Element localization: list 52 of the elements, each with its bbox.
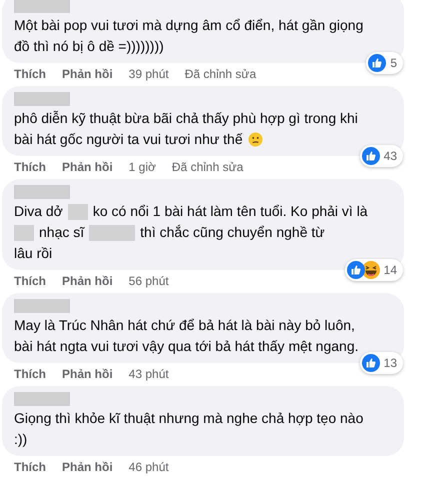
comment-text: Giọng thì khỏe kĩ thuật nhưng mà nghe chả hợp tẹo nào	[14, 409, 364, 428]
comment-text: Một bài pop vui tươi mà dựng âm cổ điển, hát gần giọng	[14, 16, 364, 35]
comment-text: nhạc sĩ	[39, 223, 84, 242]
comment-text: bài hát gốc người ta vui tươi như thế	[14, 130, 243, 149]
edited-label: Đã chỉnh sửa	[184, 66, 256, 82]
like-link[interactable]: Thích	[14, 366, 46, 382]
reaction-badge[interactable]: 13	[360, 352, 403, 374]
redaction-block	[14, 185, 70, 199]
comment-text: ko có nổi 1 bài hát làm tên tuổi. Ko phải vì là	[92, 202, 368, 221]
reaction-count: 5	[390, 55, 397, 72]
reply-link[interactable]: Phản hồi	[62, 66, 113, 82]
comment-text: Diva dở	[14, 202, 63, 221]
timestamp[interactable]: 43 phút	[128, 366, 169, 382]
comment-text: đồ thì nó bị ô dề =))))))))	[14, 37, 164, 56]
reply-link[interactable]: Phản hồi	[62, 366, 113, 382]
comment-text: May là Trúc Nhân hát chứ để bả hát là bài này bỏ luôn,	[14, 316, 355, 335]
reaction-count: 14	[384, 262, 397, 279]
confused-face-icon	[248, 132, 263, 147]
reply-link[interactable]: Phản hồi	[62, 459, 113, 475]
comment-text: bài hát ngta vui tươi vậy qua tới bả hát thấy mệt ngang.	[14, 337, 358, 356]
reaction-count: 43	[384, 148, 397, 165]
reaction-badge[interactable]: 43	[360, 145, 403, 167]
reply-link[interactable]: Phản hồi	[62, 159, 113, 175]
like-reaction-icon	[368, 54, 386, 72]
redaction-block	[14, 224, 34, 240]
like-link[interactable]: Thích	[14, 459, 46, 475]
reaction-badge[interactable]: 14	[344, 259, 403, 281]
like-reaction-icon	[362, 354, 380, 372]
like-link[interactable]: Thích	[14, 273, 46, 289]
comment-text: lâu rồi	[14, 244, 52, 263]
comment-text: phô diễn kỹ thuật bừa bãi chả thấy phù hợp gì trong khi	[14, 109, 358, 128]
redaction-block	[14, 0, 70, 13]
reaction-count: 13	[384, 355, 397, 372]
redaction-block	[89, 224, 136, 240]
like-link[interactable]: Thích	[14, 159, 46, 175]
reaction-badge[interactable]: 5	[366, 52, 403, 74]
comment-text: thì chắc cũng chuyển nghề từ	[140, 223, 325, 242]
timestamp[interactable]: 56 phút	[128, 273, 169, 289]
comment-text: :))	[14, 430, 28, 449]
timestamp[interactable]: 46 phút	[128, 459, 169, 475]
reply-link[interactable]: Phản hồi	[62, 273, 113, 289]
like-reaction-icon	[362, 147, 380, 165]
timestamp[interactable]: 39 phút	[128, 66, 169, 82]
like-link[interactable]: Thích	[14, 66, 46, 82]
redaction-block	[68, 204, 88, 220]
laughing-face-icon	[362, 261, 380, 279]
redaction-block	[14, 392, 70, 406]
like-reaction-icon	[346, 261, 365, 279]
redaction-block	[14, 92, 70, 106]
timestamp[interactable]: 1 giờ	[128, 159, 156, 175]
edited-label: Đã chỉnh sửa	[172, 159, 244, 175]
redaction-block	[14, 299, 70, 313]
